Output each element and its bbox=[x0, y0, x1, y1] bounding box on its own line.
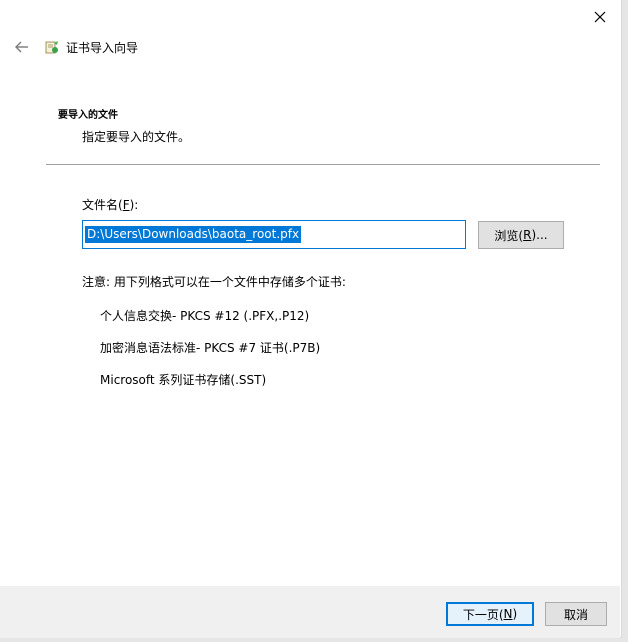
wizard-window: 证书导入向导 要导入的文件 指定要导入的文件。 文件名(F): D:\Users… bbox=[0, 0, 622, 638]
browse-button[interactable]: 浏览(R)... bbox=[478, 221, 564, 249]
divider bbox=[46, 164, 600, 165]
format-item-pfx: 个人信息交换- PKCS #12 (.PFX,.P12) bbox=[100, 309, 310, 323]
section-subtitle: 指定要导入的文件。 bbox=[82, 130, 191, 144]
format-item-p7b: 加密消息语法标准- PKCS #7 证书(.P7B) bbox=[100, 341, 321, 355]
close-button[interactable] bbox=[589, 6, 611, 28]
section-heading: 要导入的文件 bbox=[58, 110, 118, 121]
format-note: 注意: 用下列格式可以在一个文件中存储多个证书: bbox=[82, 275, 346, 289]
format-item-sst: Microsoft 系列证书存储(.SST) bbox=[100, 373, 267, 387]
close-icon bbox=[594, 11, 606, 23]
footer-bar: 下一页(N) 取消 bbox=[0, 586, 620, 638]
back-button[interactable] bbox=[14, 39, 30, 55]
filename-label: 文件名(F): bbox=[82, 198, 139, 212]
filename-value: D:\Users\Downloads\baota_root.pfx bbox=[85, 226, 302, 243]
wizard-title: 证书导入向导 bbox=[66, 40, 139, 55]
certificate-wizard-icon bbox=[44, 39, 60, 55]
cancel-button[interactable]: 取消 bbox=[545, 602, 607, 626]
next-button[interactable]: 下一页(N) bbox=[446, 602, 534, 626]
filename-input[interactable]: D:\Users\Downloads\baota_root.pfx bbox=[82, 220, 466, 249]
back-arrow-icon bbox=[15, 41, 28, 53]
wizard-header: 证书导入向导 bbox=[14, 36, 138, 58]
